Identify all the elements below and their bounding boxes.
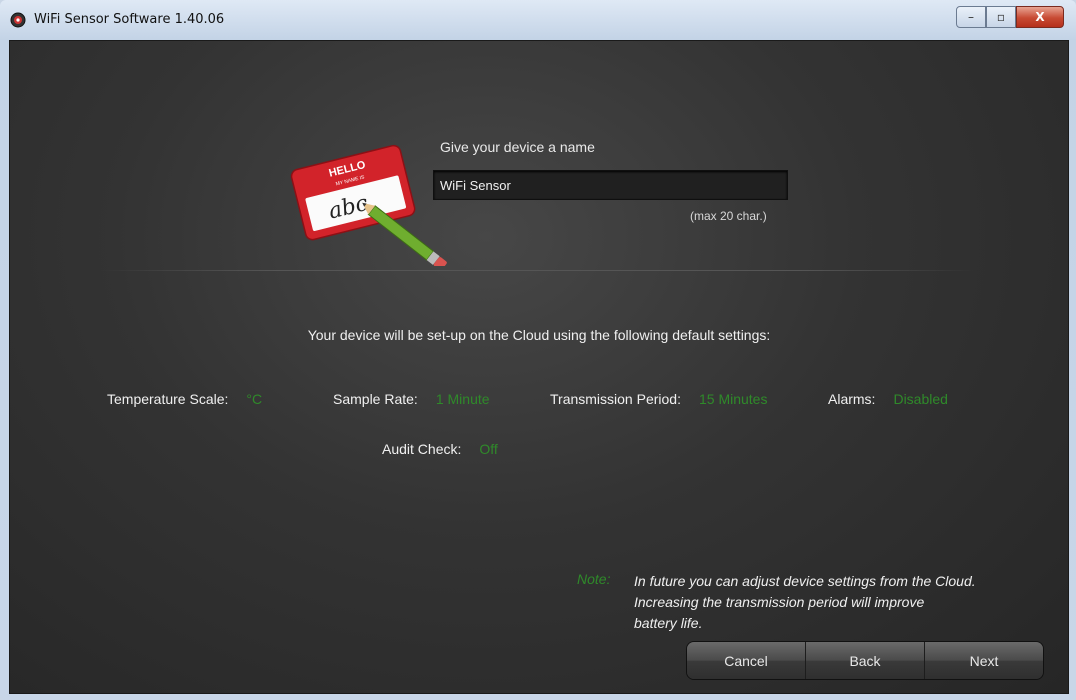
setup-description: Your device will be set-up on the Cloud … [307, 327, 771, 343]
app-window: WiFi Sensor Software 1.40.06 – ▫ X HELLO… [0, 0, 1076, 700]
window-controls: – ▫ X [956, 6, 1064, 28]
name-tag-icon: HELLO MY NAME IS abc [290, 144, 447, 266]
device-name-input[interactable] [433, 170, 788, 200]
cancel-button[interactable]: Cancel [687, 642, 806, 679]
window-title: WiFi Sensor Software 1.40.06 [34, 12, 225, 27]
note-label: Note: [577, 571, 611, 587]
note-line: battery life. [634, 615, 703, 631]
setting-label: Sample Rate: [333, 391, 418, 407]
setting-value: Disabled [893, 391, 948, 407]
main-panel: HELLO MY NAME IS abc Give your device a … [9, 40, 1069, 694]
divider [100, 270, 976, 271]
next-button[interactable]: Next [925, 642, 1043, 679]
setting-value: 1 Minute [435, 391, 490, 407]
setting-alarms: Alarms: Disabled [828, 391, 948, 407]
maximize-button[interactable]: ▫ [986, 6, 1016, 28]
setting-temperature-scale: Temperature Scale: °C [107, 391, 262, 407]
close-button[interactable]: X [1016, 6, 1064, 28]
note-line: In future you can adjust device settings… [634, 573, 976, 589]
app-icon [10, 12, 26, 28]
setting-value: °C [246, 391, 263, 407]
setting-audit-check: Audit Check: Off [382, 441, 498, 457]
setting-label: Temperature Scale: [107, 391, 229, 407]
back-button[interactable]: Back [806, 642, 925, 679]
setting-value: 15 Minutes [698, 391, 768, 407]
note-text: In future you can adjust device settings… [634, 571, 1054, 634]
title-bar: WiFi Sensor Software 1.40.06 – ▫ X [0, 0, 1076, 38]
setting-sample-rate: Sample Rate: 1 Minute [333, 391, 490, 407]
navigation-buttons: Cancel Back Next [686, 641, 1044, 680]
max-char-hint: (max 20 char.) [690, 209, 767, 223]
setting-label: Transmission Period: [550, 391, 681, 407]
setting-transmission-period: Transmission Period: 15 Minutes [550, 391, 767, 407]
setting-label: Audit Check: [382, 441, 462, 457]
minimize-button[interactable]: – [956, 6, 986, 28]
setting-label: Alarms: [828, 391, 876, 407]
note-line: Increasing the transmission period will … [634, 594, 925, 610]
setting-value: Off [479, 441, 498, 457]
device-name-label: Give your device a name [440, 139, 595, 155]
